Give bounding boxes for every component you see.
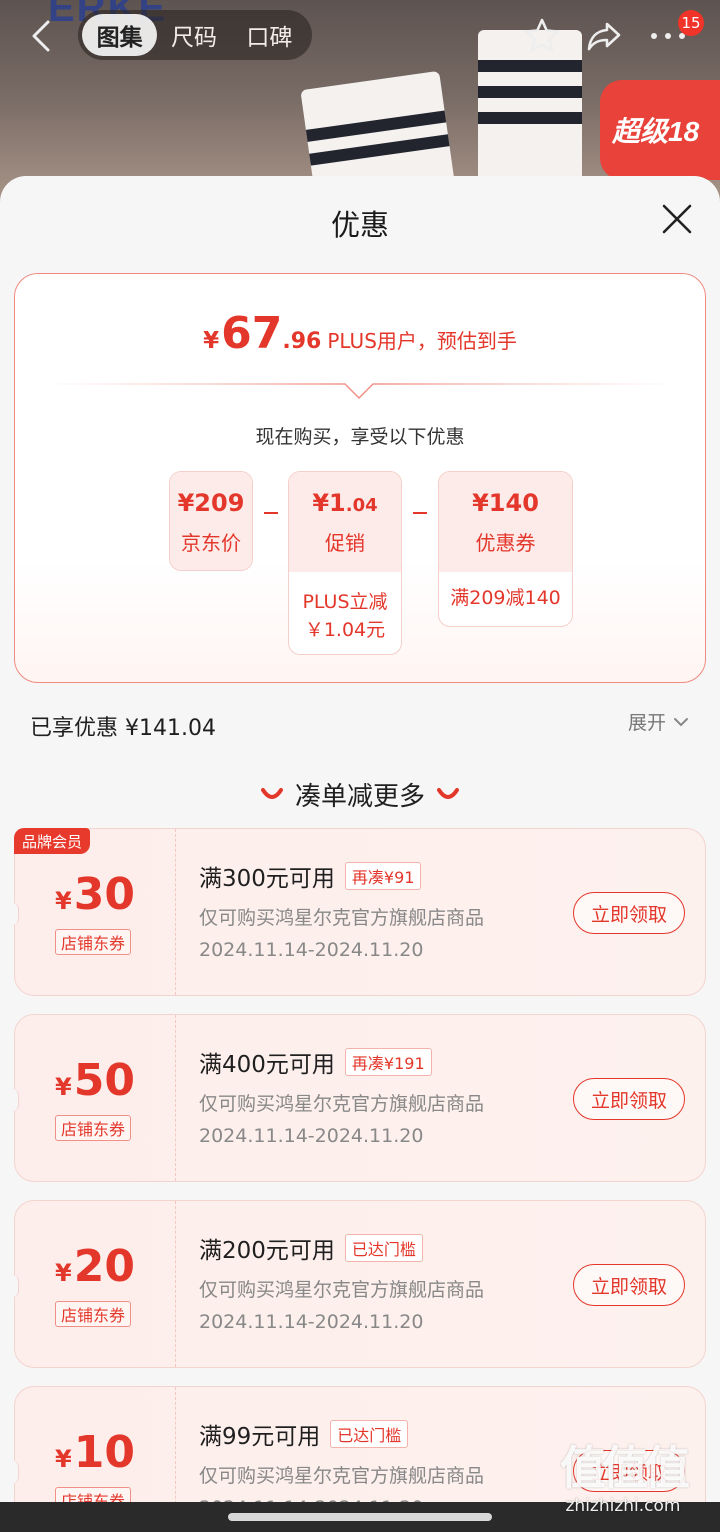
coupon-date: 2024.11.14-2024.11.20 bbox=[199, 1125, 424, 1147]
coupon-tag: 已达门槛 bbox=[344, 1234, 423, 1262]
coupon-type: 店铺东券 bbox=[55, 1301, 132, 1327]
section-header: 凑单减更多 bbox=[0, 776, 720, 813]
minus-sign bbox=[264, 512, 278, 514]
coupon-title: 满400元可用 再凑¥191 bbox=[199, 1045, 432, 1079]
coupon-desc: 仅可购买鸿星尔克官方旗舰店商品 bbox=[199, 1093, 485, 1115]
chevron-down-icon bbox=[674, 717, 689, 726]
coupon-card: ¥50 店铺东券 满400元可用 再凑¥191 仅可购买鸿星尔克官方旗舰店商品 2… bbox=[13, 1014, 706, 1182]
coupon-date: 2024.11.14-2024.11.20 bbox=[199, 1311, 424, 1333]
coupon-title: 满300元可用 再凑¥91 bbox=[199, 859, 422, 893]
member-ribbon: 品牌会员 bbox=[14, 828, 91, 854]
home-indicator[interactable] bbox=[228, 1513, 492, 1521]
tab-reviews[interactable]: 口碑 bbox=[231, 14, 308, 56]
coupon-desc: 仅可购买鸿星尔克官方旗舰店商品 bbox=[199, 1279, 485, 1301]
coupon-tag: 已达门槛 bbox=[330, 1420, 409, 1448]
jd-price-box: ¥209 京东价 bbox=[169, 471, 253, 571]
divider-arrow bbox=[41, 383, 681, 400]
coupon-amount: ¥20 bbox=[55, 1241, 135, 1292]
tab-gallery[interactable]: 图集 bbox=[82, 14, 158, 56]
notification-badge: 15 bbox=[678, 10, 704, 36]
claim-button[interactable]: 立即领取 bbox=[573, 1078, 685, 1120]
claim-button[interactable]: 立即领取 bbox=[573, 1264, 685, 1306]
coupon-desc: 仅可购买鸿星尔克官方旗舰店商品 bbox=[199, 907, 485, 929]
expand-button[interactable]: 展开 bbox=[628, 708, 690, 735]
smile-icon bbox=[437, 787, 459, 799]
promo-badge: 超级18 bbox=[600, 80, 720, 180]
minus-sign bbox=[413, 512, 427, 514]
watermark: 值值值 zhizhizhi.com bbox=[560, 1443, 690, 1516]
coupon-title: 满99元可用 已达门槛 bbox=[199, 1417, 409, 1451]
coupon-desc: 仅可购买鸿星尔克官方旗舰店商品 bbox=[199, 1465, 485, 1487]
close-icon[interactable] bbox=[658, 200, 696, 238]
coupon-amount: ¥50 bbox=[55, 1055, 135, 1106]
estimated-price: ¥ 67 .96 PLUS用户，预估到手 bbox=[203, 308, 517, 359]
coupon-date: 2024.11.14-2024.11.20 bbox=[199, 939, 424, 961]
promo-box: ¥1.04 促销 PLUS立减 ￥1.04元 bbox=[288, 471, 402, 655]
coupon-type: 店铺东券 bbox=[55, 1115, 132, 1141]
smile-icon bbox=[260, 787, 283, 799]
price-summary-card: ¥ 67 .96 PLUS用户，预估到手 现在购买，享受以下优惠 ¥209 京东… bbox=[14, 273, 706, 683]
coupon-type: 店铺东券 bbox=[55, 929, 132, 955]
coupon-tag: 再凑¥191 bbox=[344, 1048, 432, 1076]
coupon-title: 满200元可用 已达门槛 bbox=[199, 1231, 423, 1265]
nav-tabs: 图集 尺码 口碑 bbox=[78, 10, 312, 60]
coupon-box: ¥140 优惠券 满209减140 bbox=[438, 471, 573, 627]
tab-size[interactable]: 尺码 bbox=[157, 14, 230, 56]
star-icon[interactable] bbox=[522, 16, 562, 56]
share-icon[interactable] bbox=[584, 16, 624, 56]
coupon-amount: ¥30 bbox=[55, 869, 135, 920]
sheet-title: 优惠 bbox=[330, 208, 389, 242]
enjoy-text: 现在购买，享受以下优惠 bbox=[255, 426, 465, 448]
back-icon[interactable] bbox=[28, 20, 56, 52]
coupon-amount: ¥10 bbox=[55, 1427, 135, 1478]
enjoyed-discount: 已享优惠 ¥141.04 bbox=[30, 716, 216, 741]
coupon-tag: 再凑¥91 bbox=[344, 862, 422, 890]
claim-button[interactable]: 立即领取 bbox=[573, 892, 685, 934]
coupon-card: ¥30 店铺东券 满300元可用 再凑¥91 仅可购买鸿星尔克官方旗舰店商品 20… bbox=[13, 828, 706, 996]
coupon-card: ¥20 店铺东券 满200元可用 已达门槛 仅可购买鸿星尔克官方旗舰店商品 202… bbox=[13, 1200, 706, 1368]
